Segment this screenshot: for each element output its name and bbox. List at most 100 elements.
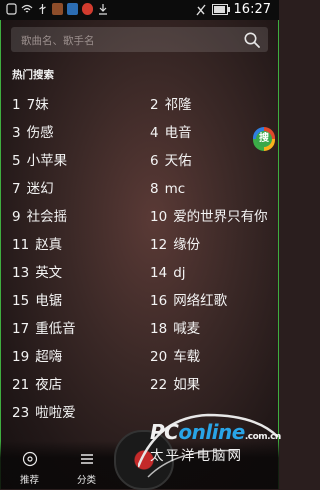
hot-search-label: 缘份 bbox=[173, 237, 201, 253]
hot-search-item[interactable]: 6 天佑 bbox=[150, 151, 192, 171]
hot-search-rank: 10 bbox=[150, 209, 168, 225]
hot-search-item[interactable]: 19 超嗨 bbox=[12, 347, 62, 367]
app-notification-icon bbox=[52, 3, 63, 15]
hot-search-item[interactable]: 15 电锯 bbox=[12, 291, 62, 311]
hot-search-item[interactable]: 1 7妹 bbox=[12, 95, 49, 115]
status-right: 16:27 bbox=[195, 2, 271, 17]
hot-search-rank: 11 bbox=[12, 237, 30, 253]
list-icon bbox=[80, 454, 93, 464]
hot-search-label: 小苹果 bbox=[26, 153, 68, 169]
hot-search-item[interactable]: 20 车载 bbox=[150, 347, 200, 367]
hot-search-rank: 20 bbox=[150, 349, 168, 365]
watermark-brand-prefix: PC bbox=[150, 420, 179, 444]
hot-search-item[interactable]: 23 啦啦爱 bbox=[12, 403, 76, 423]
hot-search-label: 电音 bbox=[164, 125, 192, 141]
disc-icon bbox=[22, 451, 37, 467]
nav-category[interactable]: 分类 bbox=[77, 451, 96, 486]
hot-search-label: 如果 bbox=[173, 377, 201, 393]
no-signal-icon bbox=[195, 4, 206, 15]
hot-search-rank: 18 bbox=[150, 321, 168, 337]
download-icon bbox=[99, 4, 107, 15]
hot-search-rank: 12 bbox=[150, 237, 168, 253]
hot-search-label: 啦啦爱 bbox=[35, 405, 76, 421]
wifi-icon bbox=[21, 4, 33, 13]
hot-search-label: 天佑 bbox=[164, 153, 192, 169]
usb-icon bbox=[39, 4, 46, 14]
hot-search-label: dj bbox=[173, 265, 186, 281]
hot-search-item[interactable]: 7 迷幻 bbox=[12, 179, 54, 199]
hot-search-rank: 4 bbox=[150, 125, 159, 141]
hot-search-item[interactable]: 16 网络红歌 bbox=[150, 291, 227, 311]
hot-search-label: 迷幻 bbox=[26, 181, 54, 197]
hot-search-label: 7妹 bbox=[26, 97, 49, 113]
status-bar: 16:27 bbox=[0, 0, 279, 20]
hot-search-rank: 2 bbox=[150, 97, 159, 113]
watermark-cn-name: 太平洋电脑网 bbox=[150, 448, 243, 464]
hot-search-rank: 22 bbox=[150, 377, 168, 393]
hot-search-label: 电锯 bbox=[35, 293, 63, 309]
screen-border-left bbox=[0, 0, 1, 489]
hot-search-item[interactable]: 12 缘份 bbox=[150, 235, 200, 255]
hot-search-label: 车载 bbox=[173, 349, 201, 365]
hot-search-item[interactable]: 21 夜店 bbox=[12, 375, 62, 395]
hot-search-rank: 15 bbox=[12, 293, 30, 309]
hot-search-item[interactable]: 10 爱的世界只有你 bbox=[150, 207, 268, 227]
hot-search-rank: 3 bbox=[12, 125, 21, 141]
hot-search-rank: 21 bbox=[12, 377, 30, 393]
hot-search-label: 超嗨 bbox=[35, 349, 63, 365]
hot-search-rank: 9 bbox=[12, 209, 21, 225]
search-icon[interactable] bbox=[243, 31, 261, 49]
hot-search-rank: 17 bbox=[12, 321, 30, 337]
hot-search-item[interactable]: 2 祁隆 bbox=[150, 95, 192, 115]
hot-search-rank: 6 bbox=[150, 153, 159, 169]
watermark-domain: .com.cn bbox=[244, 432, 281, 442]
app-notification-icon bbox=[67, 3, 78, 15]
watermark-brand: PConline.com.cn bbox=[150, 420, 281, 444]
hot-search-label: 赵真 bbox=[35, 237, 63, 253]
hot-search-label: 夜店 bbox=[35, 377, 63, 393]
hot-search-rank: 13 bbox=[12, 265, 30, 281]
hot-search-item[interactable]: 4 电音 bbox=[150, 123, 192, 143]
hot-search-label: 社会摇 bbox=[26, 209, 68, 225]
watermark-brand-suffix: online bbox=[178, 420, 245, 444]
hot-search-item[interactable]: 5 小苹果 bbox=[12, 151, 67, 171]
notification-icons bbox=[6, 3, 109, 15]
hot-search-item[interactable]: 11 赵真 bbox=[12, 235, 62, 255]
hot-search-rank: 7 bbox=[12, 181, 21, 197]
nav-category-label: 分类 bbox=[77, 475, 97, 486]
hot-search-item[interactable]: 14 dj bbox=[150, 263, 186, 283]
app-notification-icon bbox=[82, 3, 93, 15]
hot-search-item[interactable]: 18 喊麦 bbox=[150, 319, 200, 339]
hot-search-rank: 5 bbox=[12, 153, 21, 169]
hot-search-item[interactable]: 8 mc bbox=[150, 179, 185, 199]
hot-search-rank: 16 bbox=[150, 293, 168, 309]
hot-search-item[interactable]: 3 伤感 bbox=[12, 123, 54, 143]
hot-search-label: 喊麦 bbox=[173, 321, 201, 337]
hot-search-rank: 8 bbox=[150, 181, 159, 197]
hot-search-label: 重低音 bbox=[35, 321, 76, 337]
hot-search-rank: 19 bbox=[12, 349, 30, 365]
hot-search-label: 英文 bbox=[35, 265, 63, 281]
hot-search-item[interactable]: 9 社会摇 bbox=[12, 207, 67, 227]
hot-search-item[interactable]: 13 英文 bbox=[12, 263, 62, 283]
hot-search-label: 伤感 bbox=[26, 125, 54, 141]
nav-recommend[interactable]: 推荐 bbox=[20, 451, 39, 486]
search-input[interactable] bbox=[19, 31, 233, 50]
hot-search-label: 网络红歌 bbox=[173, 293, 228, 309]
hot-search-label: 爱的世界只有你 bbox=[173, 209, 268, 225]
nav-recommend-label: 推荐 bbox=[20, 475, 40, 486]
clock: 16:27 bbox=[233, 2, 271, 17]
hot-search-rank: 23 bbox=[12, 405, 30, 421]
hot-search-rank: 14 bbox=[150, 265, 168, 281]
hot-search-rank: 1 bbox=[12, 97, 21, 113]
floating-search-badge[interactable]: 搜 bbox=[253, 127, 275, 151]
app-icon bbox=[6, 3, 17, 15]
hot-search-title: 热门搜索 bbox=[12, 69, 54, 81]
battery-icon bbox=[211, 4, 230, 15]
hot-search-label: 祁隆 bbox=[164, 97, 192, 113]
hot-search-item[interactable]: 22 如果 bbox=[150, 375, 200, 395]
badge-label: 搜 bbox=[256, 131, 272, 147]
hot-search-item[interactable]: 17 重低音 bbox=[12, 319, 76, 339]
search-box[interactable] bbox=[11, 27, 268, 52]
hot-search-label: mc bbox=[164, 181, 186, 197]
